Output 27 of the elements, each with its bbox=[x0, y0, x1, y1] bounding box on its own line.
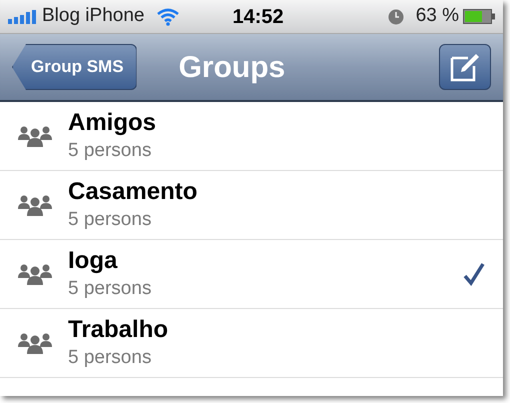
people-group-icon bbox=[18, 194, 52, 216]
member-count: 5 persons bbox=[68, 139, 152, 163]
compose-icon bbox=[450, 52, 480, 82]
group-row[interactable]: Amigos 5 persons bbox=[0, 102, 503, 171]
group-row[interactable]: Casamento 5 persons bbox=[0, 171, 503, 240]
group-name: Casamento bbox=[68, 177, 198, 207]
group-row[interactable]: Ioga 5 persons bbox=[0, 240, 503, 309]
wifi-icon bbox=[156, 8, 180, 26]
people-group-icon bbox=[18, 125, 52, 147]
screen-title: Groups bbox=[178, 50, 286, 86]
group-name: Ioga bbox=[68, 246, 118, 276]
member-count: 5 persons bbox=[68, 346, 152, 370]
clock-time: 14:52 bbox=[232, 4, 284, 30]
group-name: Trabalho bbox=[68, 315, 170, 345]
people-group-icon bbox=[18, 263, 52, 285]
alarm-clock-icon bbox=[388, 8, 404, 24]
member-count: 5 persons bbox=[68, 277, 152, 301]
group-row[interactable]: Trabalho 5 persons bbox=[0, 309, 503, 378]
compose-button[interactable] bbox=[439, 44, 491, 90]
group-name: Amigos bbox=[68, 108, 158, 138]
back-button[interactable]: Group SMS bbox=[12, 44, 137, 90]
people-group-icon bbox=[18, 332, 52, 354]
member-count: 5 persons bbox=[68, 208, 152, 232]
carrier-name: Blog iPhone bbox=[42, 4, 144, 28]
battery-icon bbox=[463, 9, 495, 24]
signal-icon bbox=[8, 10, 38, 24]
battery-percent: 63 % bbox=[416, 4, 459, 28]
